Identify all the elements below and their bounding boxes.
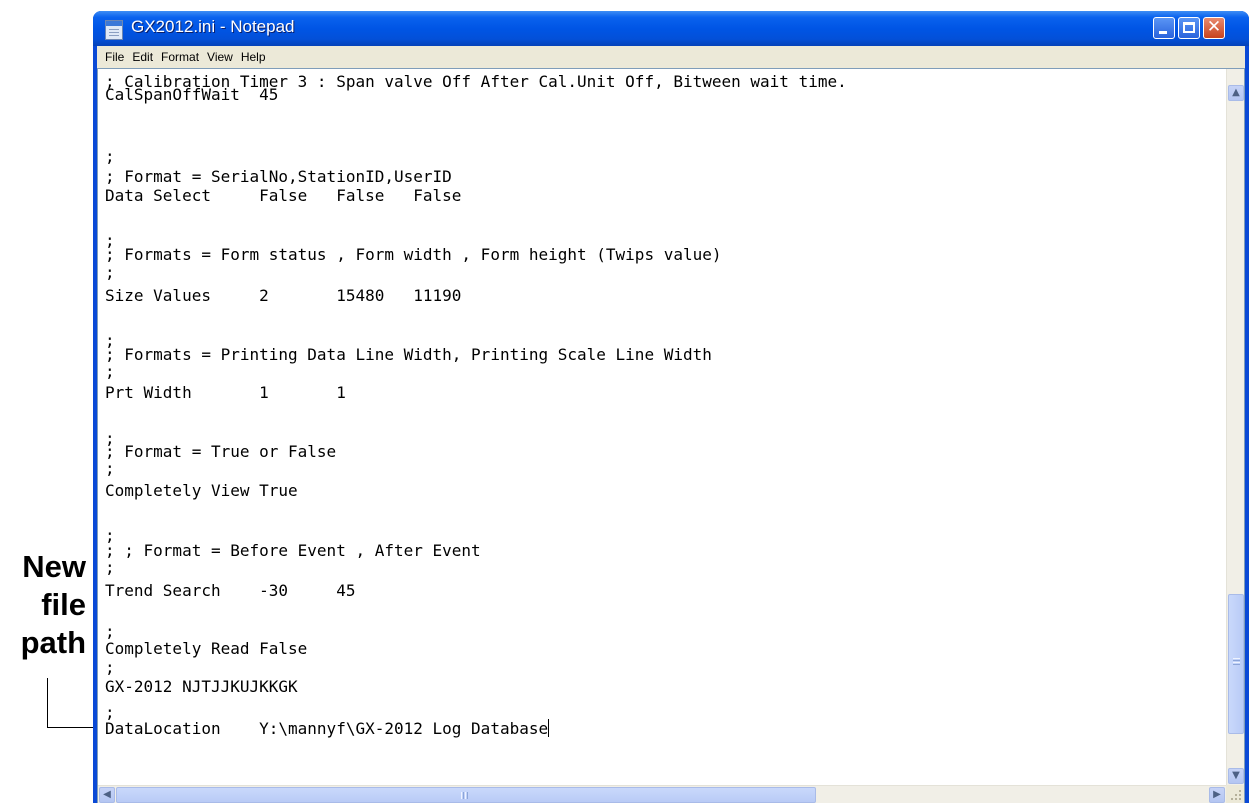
- text-line-data-location: DataLocation Y:\mannyf\GX-2012 Log Datab…: [105, 719, 550, 738]
- callout-label: New file path: [0, 548, 86, 662]
- grip-icon: [461, 792, 462, 799]
- arrow-left-icon[interactable]: ◀: [99, 787, 115, 803]
- arrow-down-icon[interactable]: ▼: [1228, 768, 1244, 784]
- data-location-text: DataLocation Y:\mannyf\GX-2012 Log Datab…: [105, 719, 549, 738]
- menu-format[interactable]: Format: [157, 46, 203, 68]
- callout-line: path: [20, 625, 86, 660]
- text-line: ; Format = True or False: [105, 442, 337, 461]
- text-content[interactable]: ; Calibration Timer 3 : Span valve Off A…: [98, 69, 1226, 785]
- menu-file[interactable]: File: [101, 46, 128, 68]
- text-line: Size Values 2 15480 11190: [105, 286, 462, 305]
- window-title: GX2012.ini - Notepad: [131, 17, 295, 36]
- menu-bar: File Edit Format View Help: [97, 46, 1245, 68]
- text-line: ; Formats = Printing Data Line Width, Pr…: [105, 345, 712, 364]
- close-button[interactable]: ✕: [1203, 17, 1225, 39]
- grip-icon: [1233, 658, 1240, 659]
- menu-edit[interactable]: Edit: [128, 46, 157, 68]
- horizontal-scroll-thumb[interactable]: [116, 787, 816, 803]
- minimize-button[interactable]: [1153, 17, 1175, 39]
- maximize-button[interactable]: [1178, 17, 1200, 39]
- callout-line: file: [41, 587, 86, 622]
- vertical-scrollbar[interactable]: ▲ ▼: [1226, 69, 1244, 785]
- text-line: ; Format = SerialNo,StationID,UserID: [105, 167, 452, 186]
- text-line: ;: [105, 147, 115, 166]
- callout-leader-line: [47, 678, 48, 728]
- arrow-right-icon[interactable]: ▶: [1209, 787, 1225, 803]
- close-icon: ✕: [1206, 17, 1222, 37]
- maximize-icon: [1183, 22, 1195, 33]
- text-line: Trend Search -30 45: [105, 581, 356, 600]
- text-line: ;: [105, 558, 115, 577]
- menu-help[interactable]: Help: [237, 46, 270, 68]
- title-bar[interactable]: GX2012.ini - Notepad ✕: [93, 11, 1249, 46]
- text-line: CalSpanOffWait 45: [105, 85, 279, 104]
- horizontal-scrollbar[interactable]: ◀ ▶: [98, 785, 1226, 803]
- text-line: ;: [105, 658, 115, 677]
- editor-area[interactable]: ; Calibration Timer 3 : Span valve Off A…: [97, 68, 1245, 803]
- text-line: ; Formats = Form status , Form width , F…: [105, 245, 722, 264]
- text-line: ;: [105, 362, 115, 381]
- arrow-up-icon[interactable]: ▲: [1228, 85, 1244, 101]
- text-line: Data Select False False False: [105, 186, 462, 205]
- text-caret: [548, 719, 550, 737]
- text-line: Completely Read False: [105, 639, 308, 658]
- text-line: Completely View True: [105, 481, 298, 500]
- vertical-scroll-thumb[interactable]: [1228, 594, 1244, 734]
- callout-line: New: [22, 549, 86, 584]
- notepad-window: GX2012.ini - Notepad ✕ File Edit Format Vie…: [93, 11, 1249, 803]
- resize-grip-icon[interactable]: [1226, 785, 1244, 803]
- text-line: Prt Width 1 1: [105, 383, 346, 402]
- menu-view[interactable]: View: [203, 46, 237, 68]
- text-line: ; ; Format = Before Event , After Event: [105, 541, 481, 560]
- notepad-icon[interactable]: [105, 20, 123, 40]
- text-line: ;: [105, 459, 115, 478]
- minimize-icon: [1159, 31, 1167, 34]
- text-line: ;: [105, 263, 115, 282]
- text-line: GX-2012 NJTJJKUJKKGK: [105, 677, 298, 696]
